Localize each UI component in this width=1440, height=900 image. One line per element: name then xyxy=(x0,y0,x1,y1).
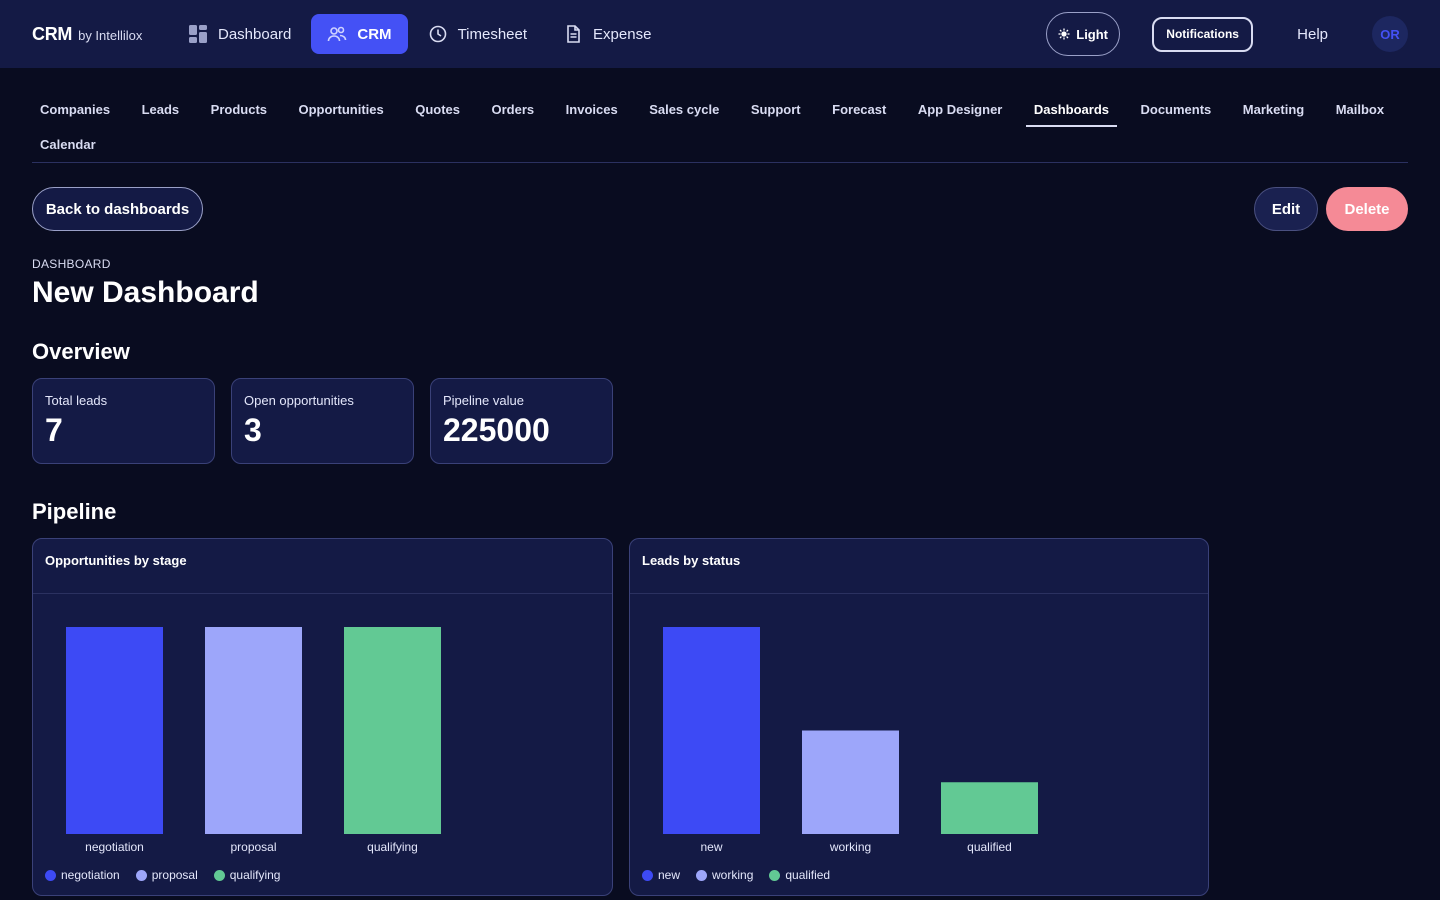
kpi-value: 3 xyxy=(244,412,262,448)
top-bar: CRM by Intellilox Dashboard CRM Timeshee… xyxy=(0,0,1440,68)
subnav-item-companies[interactable]: Companies xyxy=(32,92,118,127)
chart-legend: negotiation proposal qualifying xyxy=(45,868,280,882)
top-nav: Dashboard CRM Timesheet Expense xyxy=(172,14,671,54)
tick-label-proposal: proposal xyxy=(230,840,276,854)
legend-item-qualified[interactable]: qualified xyxy=(769,868,830,882)
back-to-dashboards-button[interactable]: Back to dashboards xyxy=(32,187,203,231)
kpi-card-pipeline-value: Pipeline value 225000 xyxy=(430,378,613,464)
document-icon xyxy=(567,25,580,43)
topnav-crm[interactable]: CRM xyxy=(311,14,408,54)
legend-label: proposal xyxy=(151,868,198,882)
sun-icon xyxy=(1058,28,1070,40)
avatar[interactable]: OR xyxy=(1372,16,1408,52)
topnav-crm-label: CRM xyxy=(357,25,392,43)
subnav-row: Calendar xyxy=(32,127,1408,162)
bar-new xyxy=(663,627,760,834)
legend-label: working xyxy=(712,868,754,882)
subnav-item-documents[interactable]: Documents xyxy=(1133,92,1220,127)
kpi-value: 225000 xyxy=(443,412,550,448)
edit-button[interactable]: Edit xyxy=(1254,187,1318,231)
kpi-value: 7 xyxy=(45,412,63,448)
subnav-item-products[interactable]: Products xyxy=(203,92,275,127)
overview-heading: Overview xyxy=(32,339,130,364)
legend-item-negotiation[interactable]: negotiation xyxy=(45,868,120,882)
legend-label: negotiation xyxy=(61,868,120,882)
brand-logo[interactable]: CRM by Intellilox xyxy=(32,24,142,45)
legend-item-new[interactable]: new xyxy=(642,868,680,882)
legend-swatch xyxy=(135,869,147,881)
subnav-row: Companies Leads Products Opportunities Quote… xyxy=(32,92,1408,127)
opportunities-bar-chart: negotiation proposal qualifying xyxy=(66,627,441,854)
topnav-timesheet[interactable]: Timesheet xyxy=(412,14,543,54)
subnav-item-quotes[interactable]: Quotes xyxy=(407,92,468,127)
chart-title: Opportunities by stage xyxy=(33,539,612,594)
legend-swatch xyxy=(696,869,708,881)
legend-item-proposal[interactable]: proposal xyxy=(135,868,198,882)
delete-button[interactable]: Delete xyxy=(1326,187,1408,231)
chart-card-leads-by-status: Leads by status new working qualified new w… xyxy=(629,538,1209,896)
brand-name: CRM xyxy=(32,24,73,44)
pipeline-heading: Pipeline xyxy=(32,499,117,524)
topnav-dashboard[interactable]: Dashboard xyxy=(172,14,307,54)
topnav-expense-label: Expense xyxy=(593,25,652,43)
topnav-expense[interactable]: Expense xyxy=(547,14,667,54)
legend-swatch xyxy=(769,869,781,881)
kpi-card-total-leads: Total leads 7 xyxy=(32,378,215,464)
legend-label: new xyxy=(658,868,681,882)
clock-icon xyxy=(429,25,446,43)
kpi-label: Open opportunities xyxy=(244,393,354,408)
tick-label-qualifying: qualifying xyxy=(367,840,418,854)
theme-toggle-label: Light xyxy=(1076,26,1109,42)
subnav-item-opportunities[interactable]: Opportunities xyxy=(291,92,392,127)
help-link[interactable]: Help xyxy=(1297,26,1328,43)
subnav-item-calendar[interactable]: Calendar xyxy=(32,127,104,162)
crm-subnav: Companies Leads Products Opportunities Quote… xyxy=(32,92,1408,163)
subnav-item-app-designer[interactable]: App Designer xyxy=(910,92,1011,127)
chart-legend: new working qualified xyxy=(642,868,830,882)
topnav-dashboard-label: Dashboard xyxy=(218,25,292,43)
chart-card-opportunities-by-stage: Opportunities by stage negotiation propos… xyxy=(32,538,613,896)
legend-label: qualifying xyxy=(229,868,281,882)
legend-swatch xyxy=(213,869,225,881)
kpi-label: Total leads xyxy=(45,393,108,408)
subnav-item-mailbox[interactable]: Mailbox xyxy=(1328,92,1392,127)
legend-item-working[interactable]: working xyxy=(696,868,753,882)
page-title: New Dashboard xyxy=(32,276,259,309)
legend-label: qualified xyxy=(785,868,831,882)
dashboard-icon xyxy=(189,25,207,43)
tick-label-new: new xyxy=(700,840,722,854)
subnav-item-invoices[interactable]: Invoices xyxy=(558,92,626,127)
chart-title: Leads by status xyxy=(630,539,1208,594)
subnav-item-dashboards[interactable]: Dashboards xyxy=(1025,92,1118,127)
kpi-card-open-opportunities: Open opportunities 3 xyxy=(231,378,414,464)
theme-toggle-button[interactable]: Light xyxy=(1046,12,1121,56)
subnav-item-marketing[interactable]: Marketing xyxy=(1235,92,1312,127)
brand-byline: by Intellilox xyxy=(78,28,143,43)
top-right-controls: Light Notifications Help OR xyxy=(1046,12,1408,56)
tick-label-qualified: qualified xyxy=(967,840,1012,854)
bar-working xyxy=(802,730,899,834)
tick-label-negotiation: negotiation xyxy=(85,840,144,854)
subnav-item-sales-cycle[interactable]: Sales cycle xyxy=(641,92,727,127)
legend-swatch xyxy=(45,869,56,881)
notifications-button[interactable]: Notifications xyxy=(1152,16,1254,52)
legend-item-qualifying[interactable]: qualifying xyxy=(213,868,281,882)
subnav-item-leads[interactable]: Leads xyxy=(134,92,188,127)
bar-qualified xyxy=(941,782,1038,834)
topnav-timesheet-label: Timesheet xyxy=(457,25,528,43)
bar-qualifying xyxy=(344,627,441,834)
users-icon xyxy=(328,26,347,42)
page-eyebrow: DASHBOARD xyxy=(32,257,111,271)
subnav-item-orders[interactable]: Orders xyxy=(484,92,543,127)
subnav-item-forecast[interactable]: Forecast xyxy=(824,92,894,127)
tick-label-working: working xyxy=(829,840,871,854)
kpi-label: Pipeline value xyxy=(443,393,524,408)
legend-swatch xyxy=(642,869,653,881)
subnav-item-support[interactable]: Support xyxy=(743,92,809,127)
bar-negotiation xyxy=(66,627,163,834)
leads-bar-chart: new working qualified xyxy=(663,627,1038,854)
bar-proposal xyxy=(205,627,302,834)
